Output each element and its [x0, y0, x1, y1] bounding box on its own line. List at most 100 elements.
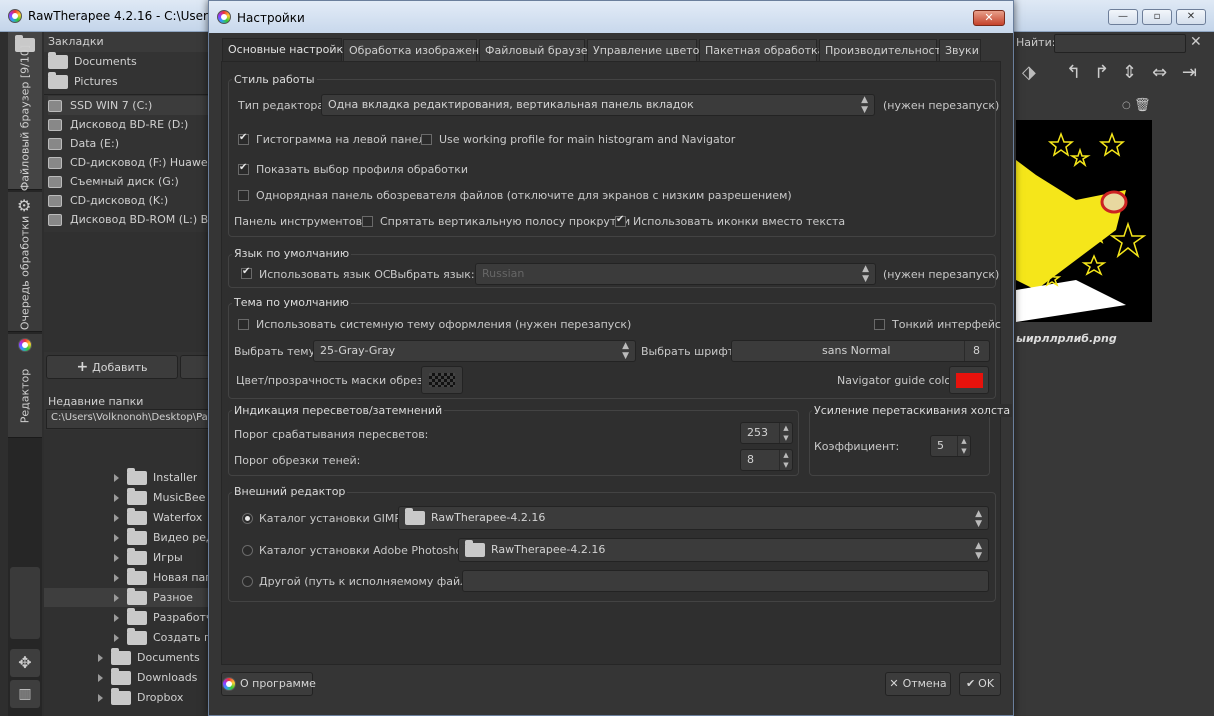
pan-factor-spinner[interactable]: 5 ▲ ▼: [930, 435, 971, 457]
tree-item[interactable]: Documents: [98, 648, 200, 667]
theme-label: Выбрать тему:: [234, 345, 319, 358]
about-button[interactable]: О программе: [221, 672, 316, 696]
drive-label: Дисковод BD-RE (D:): [70, 118, 189, 131]
tab-batch-processing[interactable]: Пакетная обработка: [699, 39, 824, 61]
tree-item[interactable]: Installer: [114, 468, 197, 487]
spin-arrows-icon[interactable]: ▲ ▼: [957, 436, 970, 456]
tab-file-browser[interactable]: Файловый браузер [9/10]: [8, 32, 42, 192]
histogram-left-label: Гистограмма на левой панели: [256, 133, 433, 146]
cancel-x-icon: ✕: [889, 677, 899, 690]
main-close-icon[interactable]: ✕: [1176, 9, 1206, 25]
dialog-title: Настройки: [237, 11, 305, 25]
search-input[interactable]: [1054, 34, 1186, 53]
editor-type-label: Тип редактора:: [238, 99, 328, 112]
add-bookmark-button[interactable]: + Добавить: [46, 355, 178, 379]
trash-icon[interactable]: 🗑: [1134, 98, 1151, 113]
tab-editor[interactable]: Редактор: [8, 334, 42, 438]
minimize-icon[interactable]: —: [1108, 9, 1138, 25]
rotate-right-icon[interactable]: ↱: [1094, 62, 1109, 83]
expand-icon: [114, 494, 119, 502]
dialog-close-icon[interactable]: ✕: [973, 10, 1005, 26]
tab-general[interactable]: Основные настройки: [222, 38, 350, 62]
tree-item[interactable]: Новая пап: [114, 568, 212, 587]
flip-vertical-icon[interactable]: ⇕: [1122, 62, 1137, 83]
drive-item[interactable]: Дисковод BD-ROM (L:) BLC: [48, 210, 222, 229]
expand-icon: [114, 534, 119, 542]
working-profile-checkbox[interactable]: [421, 134, 432, 145]
tab-file-browser-label: Файловый браузер [9/10]: [18, 45, 32, 192]
use-os-language-checkbox[interactable]: [241, 266, 252, 279]
thumbnail-image[interactable]: [1016, 120, 1152, 322]
drive-item[interactable]: Дисковод BD-RE (D:): [48, 115, 188, 134]
crop-mask-color-button[interactable]: [421, 366, 463, 394]
other-editor-radio[interactable]: [242, 576, 253, 587]
tab-image-processing[interactable]: Обработка изображения: [343, 39, 493, 61]
maximize-icon[interactable]: ▫: [1142, 9, 1172, 25]
rotate-left-icon[interactable]: ↰: [1066, 62, 1081, 83]
clear-search-icon[interactable]: ✕: [1190, 34, 1202, 50]
tab-sounds[interactable]: Звуки: [939, 39, 981, 61]
ok-button[interactable]: ✔ OK: [959, 672, 1001, 696]
gimp-folder-select[interactable]: RawTherapee-4.2.16 ▲ ▼: [398, 506, 989, 530]
single-row-checkbox[interactable]: [238, 190, 249, 201]
tree-item[interactable]: Разработч: [114, 608, 212, 627]
other-editor-input[interactable]: [462, 570, 989, 592]
recent-folder-combo[interactable]: C:\Users\Volknonoh\Desktop\Pa:: [46, 409, 210, 429]
drive-item[interactable]: CD-дисковод (K:): [48, 191, 168, 210]
cancel-button[interactable]: ✕ Отмена: [885, 672, 951, 696]
bookmark-item[interactable]: Documents: [48, 52, 137, 71]
tree-item-label: MusicBee: [153, 491, 206, 504]
drive-item[interactable]: CD-дисковод (F:) Huawei C: [48, 153, 222, 172]
disc-icon: [48, 195, 62, 207]
tab-color-management[interactable]: Управление цветом: [587, 39, 708, 61]
hide-scrollbar-checkbox[interactable]: [362, 216, 373, 227]
editor-type-select[interactable]: Одна вкладка редактирования, вертикальна…: [321, 94, 875, 116]
spin-arrows-icon[interactable]: ▲ ▼: [779, 423, 792, 443]
plus-icon: +: [76, 359, 89, 375]
tab-performance[interactable]: Производительность: [819, 39, 948, 61]
drive-item[interactable]: Data (E:): [48, 134, 119, 153]
photoshop-folder-select[interactable]: RawTherapee-4.2.16 ▲ ▼: [458, 538, 989, 562]
folder-icon: [465, 540, 485, 557]
tab-file-browser-prefs[interactable]: Файловый браузер: [479, 39, 595, 61]
navigator-color-button[interactable]: [949, 366, 989, 394]
highlight-threshold-spinner[interactable]: 253 ▲ ▼: [740, 422, 793, 444]
shadow-threshold-spinner[interactable]: 8 ▲ ▼: [740, 449, 793, 471]
tree-item[interactable]: Игры: [114, 548, 183, 567]
tree-item[interactable]: Создать п: [114, 628, 211, 647]
tree-item-selected[interactable]: Разное: [44, 588, 210, 607]
flip-horizontal-icon[interactable]: ⇔: [1152, 62, 1167, 83]
thin-ui-checkbox[interactable]: [874, 319, 885, 330]
filter-icon[interactable]: ⬗: [1022, 62, 1036, 83]
move-icon[interactable]: ✥: [10, 649, 40, 677]
group-clipping-title: Индикация пересветов/затемнений: [232, 404, 445, 417]
gimp-radio[interactable]: [242, 513, 253, 524]
remove-bookmark-button[interactable]: [180, 355, 210, 379]
tree-item[interactable]: Dropbox: [98, 688, 183, 707]
font-button[interactable]: sans Normal 8: [731, 340, 990, 362]
spin-arrows-icon[interactable]: ▲ ▼: [779, 450, 792, 470]
tree-item-label: Downloads: [137, 671, 198, 684]
photoshop-label: Каталог установки Adobe Photoshop:: [259, 544, 473, 557]
tree-item[interactable]: Видео ред: [114, 528, 214, 547]
tree-item[interactable]: Waterfox: [114, 508, 202, 527]
show-profile-checkbox[interactable]: [238, 162, 249, 175]
drive-item[interactable]: SSD WIN 7 (C:): [48, 96, 210, 115]
histogram-left-checkbox[interactable]: [238, 132, 249, 145]
tree-item[interactable]: Downloads: [98, 668, 197, 687]
filmstrip-icon[interactable]: ▥: [10, 680, 40, 708]
photoshop-radio[interactable]: [242, 545, 253, 556]
system-theme-checkbox[interactable]: [238, 319, 249, 330]
language-value: Russian: [482, 267, 525, 280]
theme-select[interactable]: 25-Gray-Gray ▲ ▼: [313, 340, 636, 362]
drive-item[interactable]: Съемный диск (G:): [48, 172, 179, 191]
tree-item[interactable]: MusicBee: [114, 488, 205, 507]
export-icon[interactable]: ⇥: [1182, 62, 1197, 83]
bookmark-item[interactable]: Pictures: [48, 72, 118, 91]
tab-label: Звуки: [945, 44, 979, 57]
drive-icon: [48, 138, 62, 150]
tab-queue[interactable]: ⚙ Очередь обработки: [8, 192, 42, 332]
folder-icon: [111, 688, 131, 705]
use-icons-checkbox[interactable]: [615, 214, 626, 227]
language-select[interactable]: Russian ▲ ▼: [475, 263, 876, 285]
